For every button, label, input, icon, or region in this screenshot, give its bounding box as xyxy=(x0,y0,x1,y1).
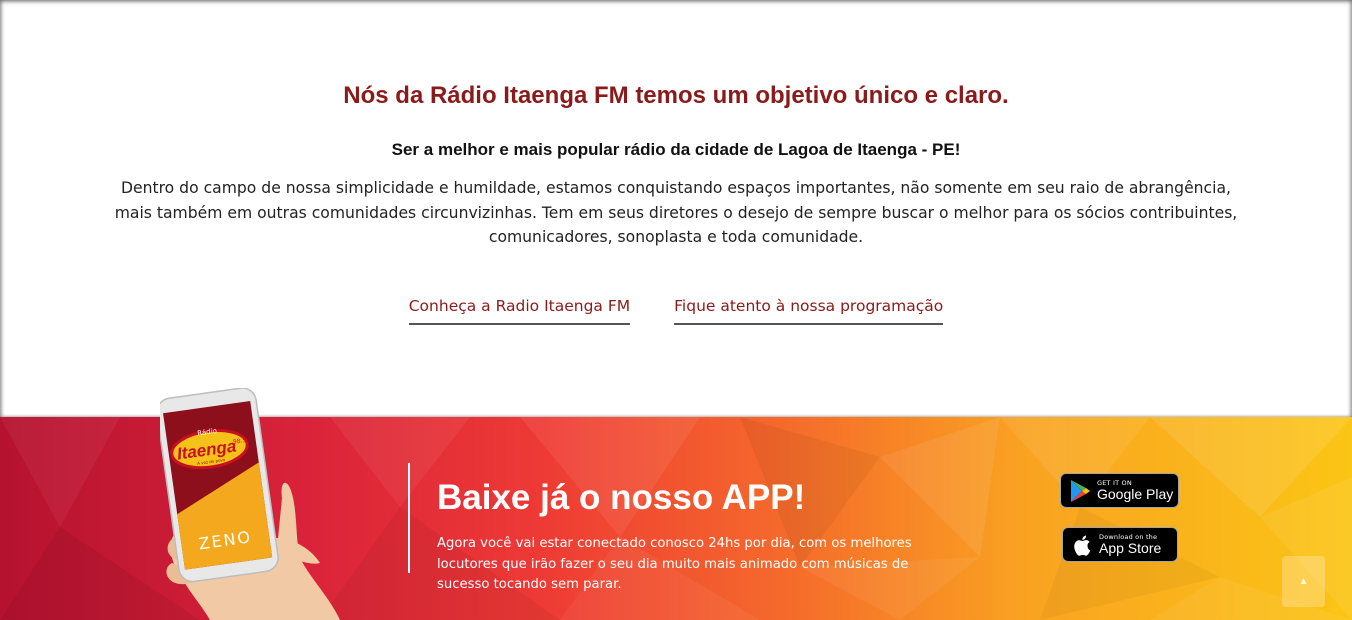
google-play-button[interactable]: GET IT ON Google Play xyxy=(1060,473,1179,508)
link-programacao[interactable]: Fique atento à nossa programação xyxy=(674,297,944,325)
about-title: Nós da Rádio Itaenga FM temos um objetiv… xyxy=(343,82,1009,109)
app-description: Agora você vai estar conectado conosco 2… xyxy=(437,536,912,592)
about-links: Conheça a Radio Itaenga FM Fique atento … xyxy=(0,297,1352,325)
apple-icon xyxy=(1067,534,1097,556)
phone-svg: Rádio Itaenga 98.5 A voz do povo ZENO xyxy=(156,387,340,620)
app-store-button[interactable]: Download on the App Store xyxy=(1062,527,1178,562)
link-conheca-radio[interactable]: Conheça a Radio Itaenga FM xyxy=(408,297,631,325)
app-store-label: App Store xyxy=(1099,540,1162,557)
scroll-to-top-button[interactable]: ▲ xyxy=(1282,556,1325,607)
google-play-label: Google Play xyxy=(1097,486,1174,503)
about-subtitle: Ser a melhor e mais popular rádio da cid… xyxy=(391,140,961,159)
phone-hand-illustration: Rádio Itaenga 98.5 A voz do povo ZENO xyxy=(156,387,350,620)
about-section: Nós da Rádio Itaenga FM temos um objetiv… xyxy=(0,0,1352,417)
vertical-divider xyxy=(408,463,410,573)
about-text: Dentro do campo de nossa simplicidade e … xyxy=(114,179,1238,246)
app-title: Baixe já o nosso APP! xyxy=(437,478,806,517)
google-play-icon xyxy=(1065,479,1095,503)
chevron-up-icon: ▲ xyxy=(1298,576,1309,587)
